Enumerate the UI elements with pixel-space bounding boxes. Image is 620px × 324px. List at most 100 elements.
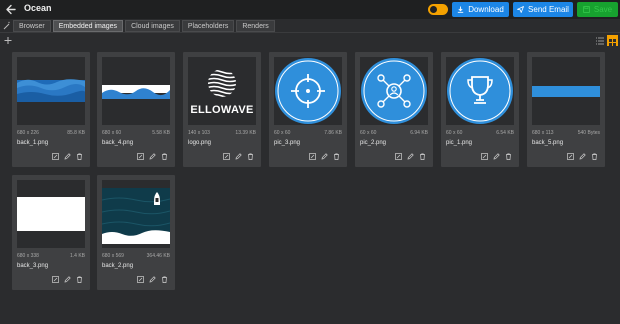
card-actions (52, 276, 83, 283)
image-card[interactable]: 680 x 60 5.58 KB back_4.png (97, 52, 175, 167)
card-actions (137, 153, 168, 160)
image-thumbnail[interactable] (446, 57, 514, 125)
grid-view-icon (609, 39, 616, 46)
edit-icon[interactable] (321, 153, 328, 160)
image-meta: 60 x 60 6.94 KB (360, 130, 428, 136)
image-size: 6.94 KB (410, 130, 428, 136)
card-actions (309, 153, 340, 160)
crop-icon[interactable] (481, 153, 488, 160)
grid-view-button[interactable] (607, 35, 618, 46)
image-thumbnail[interactable] (102, 180, 170, 248)
download-label: Download (468, 5, 504, 14)
crop-icon[interactable] (52, 153, 59, 160)
image-thumbnail[interactable] (102, 57, 170, 125)
image-card[interactable]: 680 x 226 85.8 KB back_1.png (12, 52, 90, 167)
edit-icon[interactable] (64, 276, 71, 283)
image-card[interactable]: ELLOWAVE 140 x 103 13.39 KB logo.png (183, 52, 261, 167)
tab-placeholders[interactable]: Placeholders (181, 20, 235, 32)
save-button[interactable]: Save (577, 2, 618, 17)
image-meta: 680 x 60 5.58 KB (102, 130, 170, 136)
plus-icon[interactable] (3, 35, 13, 46)
tool-row (0, 34, 620, 48)
edit-icon[interactable] (149, 153, 156, 160)
crop-icon[interactable] (567, 153, 574, 160)
trash-icon[interactable] (247, 153, 254, 160)
trash-icon[interactable] (76, 276, 83, 283)
edit-icon[interactable] (64, 153, 71, 160)
image-size: 6.54 KB (496, 130, 514, 136)
card-actions (395, 153, 426, 160)
image-meta: 60 x 60 7.86 KB (274, 130, 342, 136)
send-email-button[interactable]: Send Email (513, 2, 573, 17)
trash-icon[interactable] (419, 153, 426, 160)
edit-icon[interactable] (149, 276, 156, 283)
save-label: Save (593, 5, 613, 14)
image-thumbnail[interactable]: ELLOWAVE (188, 57, 256, 125)
image-thumbnail[interactable] (17, 57, 85, 125)
tab-embedded-images[interactable]: Embedded images (52, 20, 124, 32)
image-size: 540 Bytes (577, 130, 600, 136)
magic-wand-icon[interactable] (3, 21, 11, 30)
image-dimensions: 680 x 60 (102, 130, 122, 136)
trophy-icon (447, 58, 513, 124)
wave-strip-thumbnail (102, 85, 170, 99)
user-network-icon (361, 58, 427, 124)
image-card[interactable]: 60 x 60 7.86 KB pic_3.png (269, 52, 347, 167)
trash-icon[interactable] (161, 276, 168, 283)
crop-icon[interactable] (309, 153, 316, 160)
image-filename: back_4.png (102, 140, 134, 146)
image-size: 85.8 KB (67, 130, 85, 136)
image-size: 364.46 KB (146, 253, 170, 259)
card-actions (567, 153, 598, 160)
image-size: 7.86 KB (324, 130, 342, 136)
image-dimensions: 680 x 113 (532, 130, 554, 136)
image-size: 1.4 KB (69, 253, 85, 259)
trash-icon[interactable] (161, 153, 168, 160)
toggle-knob (430, 6, 437, 13)
crop-icon[interactable] (137, 276, 144, 283)
image-card[interactable]: 680 x 338 1.4 KB back_3.png (12, 175, 90, 290)
edit-icon[interactable] (579, 153, 586, 160)
image-dimensions: 60 x 60 (360, 130, 377, 136)
image-meta: 680 x 338 1.4 KB (17, 253, 85, 259)
page-title: Ocean (24, 3, 52, 13)
download-icon (458, 6, 464, 13)
arrow-left-icon[interactable] (5, 3, 17, 16)
trash-icon[interactable] (76, 153, 83, 160)
image-thumbnail[interactable] (532, 57, 600, 125)
image-meta: 680 x 113 540 Bytes (532, 130, 600, 136)
image-card[interactable]: 680 x 569 364.46 KB back_2.png (97, 175, 175, 290)
crop-icon[interactable] (52, 276, 59, 283)
image-filename: pic_3.png (274, 140, 301, 146)
crop-icon[interactable] (395, 153, 402, 160)
card-actions (223, 153, 254, 160)
edit-icon[interactable] (235, 153, 242, 160)
image-card[interactable]: 60 x 60 6.94 KB pic_2.png (355, 52, 433, 167)
theme-toggle[interactable] (428, 4, 448, 15)
trash-icon[interactable] (505, 153, 512, 160)
trash-icon[interactable] (333, 153, 340, 160)
card-actions (481, 153, 512, 160)
image-size: 13.39 KB (235, 130, 256, 136)
edit-icon[interactable] (493, 153, 500, 160)
image-meta: 680 x 569 364.46 KB (102, 253, 170, 259)
trash-icon[interactable] (591, 153, 598, 160)
image-dimensions: 680 x 338 (17, 253, 39, 259)
edit-icon[interactable] (407, 153, 414, 160)
tab-renders[interactable]: Renders (236, 20, 275, 32)
download-button[interactable]: Download (452, 2, 509, 17)
card-actions (137, 276, 168, 283)
image-card[interactable]: 680 x 113 540 Bytes back_5.png (527, 52, 605, 167)
tab-browser[interactable]: Browser (13, 20, 51, 32)
image-thumbnail[interactable] (360, 57, 428, 125)
image-dimensions: 680 x 226 (17, 130, 39, 136)
logo-wordmark: ELLOWAVE (190, 104, 254, 116)
crop-icon[interactable] (223, 153, 230, 160)
image-card[interactable]: 60 x 60 6.54 KB pic_1.png (441, 52, 519, 167)
image-thumbnail[interactable] (17, 180, 85, 248)
tab-cloud-images[interactable]: Cloud images (125, 20, 180, 32)
crop-icon[interactable] (137, 153, 144, 160)
list-view-icon[interactable] (595, 36, 605, 46)
image-thumbnail[interactable] (274, 57, 342, 125)
image-filename: back_2.png (102, 263, 134, 269)
